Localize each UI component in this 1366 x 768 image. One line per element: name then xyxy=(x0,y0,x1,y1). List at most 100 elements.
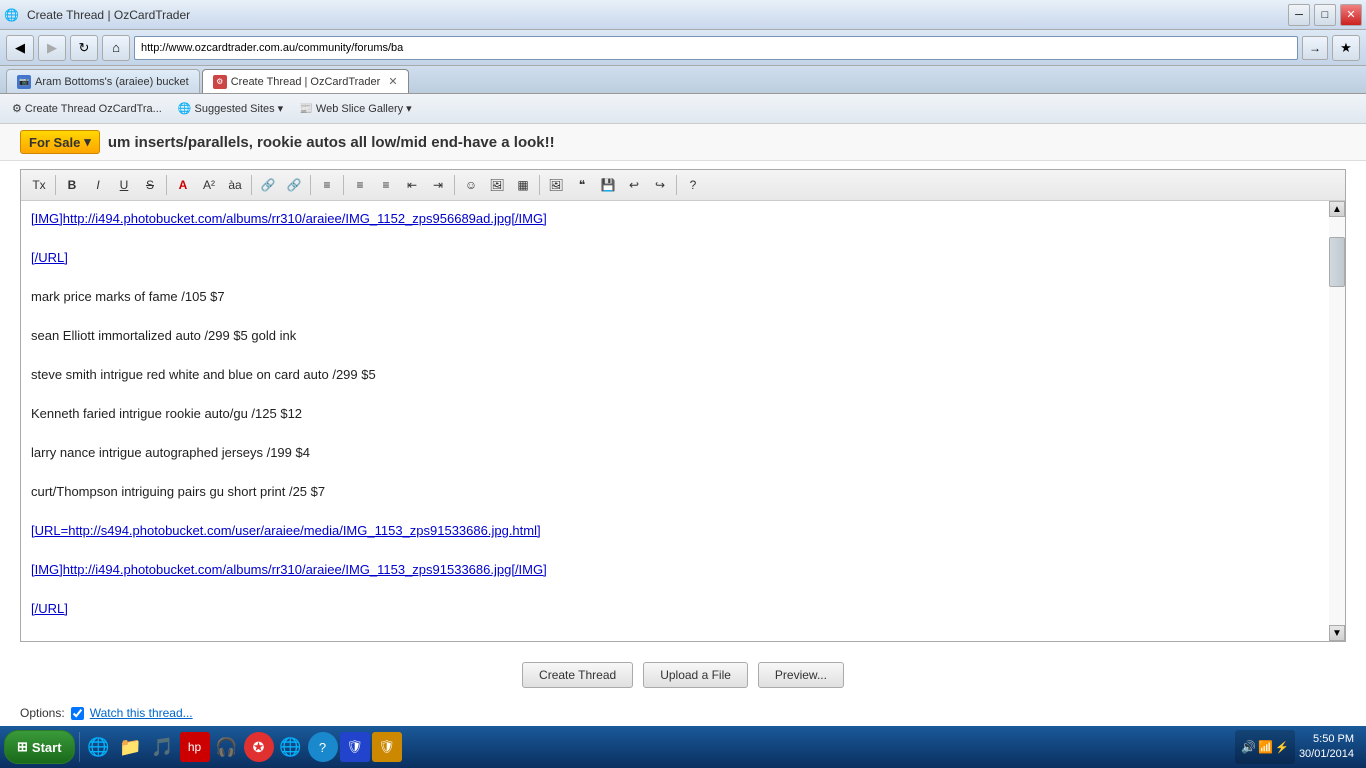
toolbar-underline-btn[interactable]: U xyxy=(112,174,136,196)
toolbar-block-btn[interactable]: 🖼 xyxy=(544,174,568,196)
toolbar-subscript-btn[interactable]: àa xyxy=(223,174,247,196)
toolbar-redo-btn[interactable]: ↪ xyxy=(648,174,672,196)
upload-file-button[interactable]: Upload a File xyxy=(643,662,748,688)
editor-line-4: sean Elliott immortalized auto /299 $5 g… xyxy=(31,326,1335,346)
title-bar: 🌐 Create Thread | OzCardTrader ─ □ ✕ xyxy=(0,0,1366,30)
toolbar-ol-btn[interactable]: ≡ xyxy=(374,174,398,196)
minimize-button[interactable]: ─ xyxy=(1288,4,1310,26)
address-bar: ◀ ▶ ↻ ⌂ → ★ xyxy=(0,30,1366,66)
watch-thread-checkbox[interactable] xyxy=(71,707,84,720)
tray-icon-3[interactable]: ⚡ xyxy=(1275,741,1289,754)
toolbar-sep-8 xyxy=(676,175,677,195)
toolbar-save-btn[interactable]: 💾 xyxy=(596,174,620,196)
scrollbar-down-arrow[interactable]: ▼ xyxy=(1329,625,1345,641)
taskbar-shield2-icon[interactable]: 🛡 xyxy=(372,732,402,762)
editor-line-9: [URL=http://s494.photobucket.com/user/ar… xyxy=(31,521,1335,541)
for-sale-badge[interactable]: For Sale ▾ xyxy=(20,130,100,154)
taskbar-ie2-icon[interactable]: 🌐 xyxy=(276,732,306,762)
go-button[interactable]: → xyxy=(1302,36,1328,60)
windows-logo: ⊞ xyxy=(17,739,28,755)
clock-date: 30/01/2014 xyxy=(1299,747,1354,762)
watch-thread-link[interactable]: Watch this thread... xyxy=(90,706,193,720)
editor-line-10: [IMG]http://i494.photobucket.com/albums/… xyxy=(31,560,1335,580)
editor-line-12: absolute rookie autos: xyxy=(31,638,1335,641)
system-tray: 🔊 📶 ⚡ xyxy=(1235,730,1295,764)
bookmarks-bar: ⚙ Create Thread OzCardTra... 🌐 Suggested… xyxy=(0,94,1366,124)
toolbar-image-btn[interactable]: 🖼 xyxy=(485,174,509,196)
tab-create-thread[interactable]: ⚙ Create Thread | OzCardTrader ✕ xyxy=(202,69,409,93)
bookmark-label-3: Web Slice Gallery xyxy=(316,103,403,115)
toolbar-undo-btn[interactable]: ↩ xyxy=(622,174,646,196)
editor-line-8: curt/Thompson intriguing pairs gu short … xyxy=(31,482,1335,502)
toolbar-color-btn[interactable]: A xyxy=(171,174,195,196)
toolbar-outdent-btn[interactable]: ⇥ xyxy=(426,174,450,196)
tab-close-button[interactable]: ✕ xyxy=(388,75,397,88)
editor-line-1: [IMG]http://i494.photobucket.com/albums/… xyxy=(31,209,1335,229)
forward-button[interactable]: ▶ xyxy=(38,35,66,61)
scrollbar-thumb[interactable] xyxy=(1329,237,1345,287)
taskbar-winamp-icon[interactable]: 🎧 xyxy=(212,732,242,762)
tab-favicon-2: ⚙ xyxy=(213,75,227,89)
back-button[interactable]: ◀ xyxy=(6,35,34,61)
taskbar-explorer-icon[interactable]: 📁 xyxy=(116,732,146,762)
maximize-button[interactable]: □ xyxy=(1314,4,1336,26)
toolbar-help-btn[interactable]: ? xyxy=(681,174,705,196)
toolbar-tx-btn[interactable]: Tx xyxy=(27,174,51,196)
tab-araiee-bucket[interactable]: 📷 Aram Bottoms's (araiee) bucket xyxy=(6,69,200,93)
tray-icon-1[interactable]: 🔊 xyxy=(1241,740,1256,754)
scrollbar-middle xyxy=(1329,217,1345,625)
scrollbar-track: ▲ ▼ xyxy=(1329,201,1345,641)
page-header: For Sale ▾ um inserts/parallels, rookie … xyxy=(0,124,1366,161)
address-input[interactable] xyxy=(134,36,1298,60)
editor-text[interactable]: [IMG]http://i494.photobucket.com/albums/… xyxy=(21,201,1345,641)
bookmark-create-thread[interactable]: ⚙ Create Thread OzCardTra... xyxy=(8,100,166,117)
editor-content-area[interactable]: [IMG]http://i494.photobucket.com/albums/… xyxy=(21,201,1345,641)
toolbar-sep-7 xyxy=(539,175,540,195)
bookmark-suggested-sites[interactable]: 🌐 Suggested Sites ▾ xyxy=(174,100,287,117)
close-button[interactable]: ✕ xyxy=(1340,4,1362,26)
toolbar-strike-btn[interactable]: S xyxy=(138,174,162,196)
window-icon: 🌐 xyxy=(4,8,19,22)
toolbar-quote-btn[interactable]: ❝ xyxy=(570,174,594,196)
toolbar-superscript-btn[interactable]: A² xyxy=(197,174,221,196)
bookmark-icon-2: 🌐 xyxy=(178,102,192,115)
refresh-button[interactable]: ↻ xyxy=(70,35,98,61)
taskbar-shield-icon[interactable]: 🛡 xyxy=(340,732,370,762)
toolbar-ul-btn[interactable]: ≡ xyxy=(348,174,372,196)
toolbar-unlink-btn[interactable]: 🔗 xyxy=(282,174,306,196)
toolbar-italic-btn[interactable]: I xyxy=(86,174,110,196)
toolbar-sep-1 xyxy=(55,175,56,195)
window-title: Create Thread | OzCardTrader xyxy=(27,8,190,22)
options-bar: Options: Watch this thread... xyxy=(0,700,1366,726)
tray-icon-2[interactable]: 📶 xyxy=(1258,740,1273,754)
page-title: um inserts/parallels, rookie autos all l… xyxy=(108,134,555,151)
system-clock[interactable]: 5:50 PM 30/01/2014 xyxy=(1299,732,1354,763)
toolbar-media-btn[interactable]: ▦ xyxy=(511,174,535,196)
toolbar-sep-6 xyxy=(454,175,455,195)
taskbar-ie-icon[interactable]: 🌐 xyxy=(84,732,114,762)
toolbar-sep-4 xyxy=(310,175,311,195)
toolbar-sep-2 xyxy=(166,175,167,195)
taskbar-help-icon[interactable]: ? xyxy=(308,732,338,762)
toolbar-indent-btn[interactable]: ⇤ xyxy=(400,174,424,196)
taskbar: ⊞ Start 🌐 📁 🎵 hp 🎧 ✪ 🌐 ? 🛡 🛡 🔊 📶 ⚡ 5:50 … xyxy=(0,726,1366,768)
toolbar-bold-btn[interactable]: B xyxy=(60,174,84,196)
scrollbar-up-arrow[interactable]: ▲ xyxy=(1329,201,1345,217)
toolbar-emoji-btn[interactable]: ☺ xyxy=(459,174,483,196)
home-button[interactable]: ⌂ xyxy=(102,35,130,61)
taskbar-media-icon[interactable]: 🎵 xyxy=(148,732,178,762)
editor-line-2: [/URL] xyxy=(31,248,1335,268)
bookmark-web-slice[interactable]: 📰 Web Slice Gallery ▾ xyxy=(295,100,415,117)
toolbar-align-btn[interactable]: ≡ xyxy=(315,174,339,196)
taskbar-hp-icon[interactable]: hp xyxy=(180,732,210,762)
bookmark-icon-3: 📰 xyxy=(299,102,313,115)
bookmark-dropdown-icon-2: ▾ xyxy=(406,102,412,115)
toolbar-link-btn[interactable]: 🔗 xyxy=(256,174,280,196)
taskbar-chrome-icon[interactable]: ✪ xyxy=(244,732,274,762)
create-thread-button[interactable]: Create Thread xyxy=(522,662,633,688)
editor-container: Tx B I U S A A² àa 🔗 🔗 ≡ ≡ ≡ ⇤ ⇥ ☺ 🖼 ▦ 🖼… xyxy=(20,169,1346,642)
start-button[interactable]: ⊞ Start xyxy=(4,730,75,764)
bookmark-label-2: Suggested Sites xyxy=(195,103,275,115)
preview-button[interactable]: Preview... xyxy=(758,662,844,688)
favorites-button[interactable]: ★ xyxy=(1332,35,1360,61)
